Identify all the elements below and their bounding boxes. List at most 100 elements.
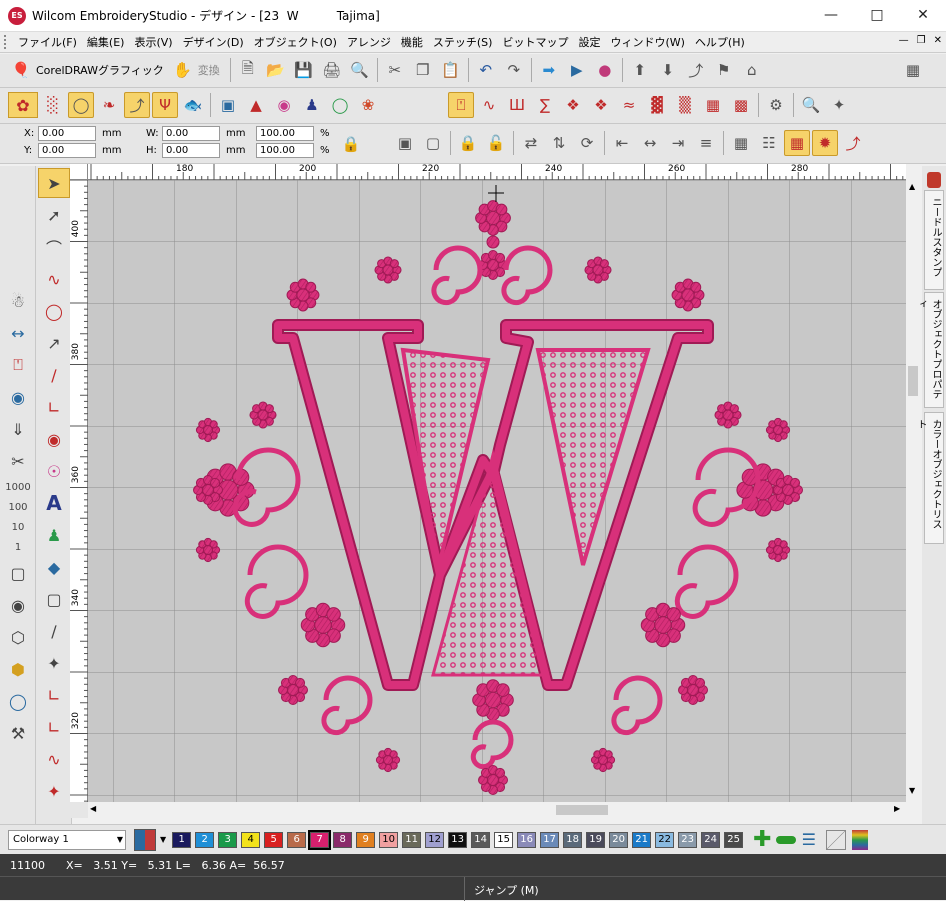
complex-fill-icon[interactable]: ◯: [68, 92, 94, 118]
menu-stitch[interactable]: ステッチ(S): [428, 34, 498, 50]
wave-tool-icon[interactable]: ∿: [38, 264, 70, 294]
color-chip[interactable]: 13: [448, 831, 468, 848]
palette-editor-icon[interactable]: [134, 828, 156, 851]
color-chip[interactable]: 25: [724, 831, 744, 848]
horizontal-scrollbar[interactable]: ◀ ▶: [88, 802, 906, 818]
menu-grip[interactable]: [4, 35, 10, 49]
color-chip[interactable]: 24: [701, 831, 721, 848]
parallel-tool-icon[interactable]: ∕: [38, 616, 70, 646]
menu-function[interactable]: 機能: [396, 34, 428, 50]
stitch-effects-icon[interactable]: ⚙: [763, 92, 789, 118]
copy-icon[interactable]: ❐: [410, 57, 436, 83]
ungroup-icon[interactable]: ▢: [420, 130, 446, 156]
menu-help[interactable]: ヘルプ(H): [690, 34, 750, 50]
run-count-3-icon[interactable]: ∟: [38, 712, 70, 742]
travel-icon[interactable]: ➡: [536, 57, 562, 83]
scissors-tool-icon[interactable]: ✂: [2, 446, 34, 476]
circle-green-icon[interactable]: ◯: [327, 92, 353, 118]
grid-toggle-icon[interactable]: ▦: [900, 57, 926, 83]
horizontal-scroll-thumb[interactable]: [556, 805, 608, 815]
mdi-restore-icon[interactable]: ❐: [917, 35, 926, 46]
color-scroll-icon[interactable]: [851, 829, 868, 850]
receive-machine-icon[interactable]: ⬇: [655, 57, 681, 83]
color-film-icon[interactable]: ●: [592, 57, 618, 83]
satin-border-icon[interactable]: ∿: [38, 744, 70, 774]
step-100-label[interactable]: 100: [2, 498, 34, 516]
export-icon[interactable]: ⤴: [683, 57, 709, 83]
print-icon[interactable]: 🖨: [319, 57, 345, 83]
mdi-close-icon[interactable]: ✕: [934, 35, 942, 46]
color-chip[interactable]: 12: [425, 831, 445, 848]
reshape-arrow-icon[interactable]: ➚: [38, 200, 70, 230]
hexagon-icon[interactable]: ⬡: [2, 622, 34, 652]
color-chip[interactable]: 3: [218, 831, 238, 848]
color-chip[interactable]: 14: [471, 831, 491, 848]
color-chip[interactable]: 23: [678, 831, 698, 848]
convert-button[interactable]: 変換: [198, 62, 220, 78]
input-b-icon[interactable]: Ψ: [152, 92, 178, 118]
coreldraw-graphics-button[interactable]: CorelDRAWグラフィック: [36, 62, 164, 78]
node-tool-icon[interactable]: ◯: [38, 296, 70, 326]
input-a-icon[interactable]: ⤴: [124, 92, 150, 118]
satin-fill-icon[interactable]: ✿: [8, 92, 38, 118]
maximize-button[interactable]: □: [854, 0, 900, 30]
shield-tool-icon[interactable]: ▢: [38, 584, 70, 614]
colorway-select[interactable]: Colorway 1 ▼: [8, 829, 126, 850]
scroll-left-icon[interactable]: ◀: [90, 804, 96, 813]
lock-proportions-icon[interactable]: 🔒: [338, 131, 364, 157]
align-left-icon[interactable]: ⇤: [609, 130, 635, 156]
color-chip[interactable]: 7: [308, 829, 332, 850]
align-center-icon[interactable]: ↔: [637, 130, 663, 156]
scroll-up-icon[interactable]: ▲: [909, 182, 915, 191]
mesh-stitch-icon[interactable]: ▓: [644, 92, 670, 118]
show-outlines-icon[interactable]: ✹: [812, 130, 838, 156]
colors-icon[interactable]: ❀: [355, 92, 381, 118]
vertical-scroll-thumb[interactable]: [908, 366, 918, 396]
motif-stitch-icon[interactable]: ❖: [560, 92, 586, 118]
sparkle-tool-icon[interactable]: ✦: [38, 648, 70, 678]
menu-arrange[interactable]: アレンジ: [342, 34, 396, 50]
shape-a-icon[interactable]: ▢: [2, 558, 34, 588]
spiral-tool-icon[interactable]: ☉: [38, 456, 70, 486]
pliers-tool-icon[interactable]: ⚒: [2, 718, 34, 748]
menu-settings[interactable]: 設定: [573, 34, 605, 50]
texture-stitch-icon[interactable]: ▒: [672, 92, 698, 118]
bitmap-icon[interactable]: ▣: [215, 92, 241, 118]
coreldraw-balloon-icon[interactable]: 🎈: [8, 57, 34, 83]
stitch-player-icon[interactable]: ▶: [564, 57, 590, 83]
open-folder-icon[interactable]: 📂: [263, 57, 289, 83]
zigzag-tool-icon[interactable]: ⍞: [2, 350, 34, 380]
fish-icon[interactable]: 🐟: [180, 92, 206, 118]
redo-icon[interactable]: ↷: [501, 57, 527, 83]
palette-dropdown-icon[interactable]: ▼: [160, 835, 166, 844]
scale-height-field[interactable]: 100.00: [256, 143, 314, 158]
align-right-icon[interactable]: ⇥: [665, 130, 691, 156]
zoom-icon[interactable]: 🔍: [798, 92, 824, 118]
cross-stitch-icon[interactable]: ❖: [588, 92, 614, 118]
polyline-tool-icon[interactable]: ∟: [38, 392, 70, 422]
distribute-icon[interactable]: ≡: [693, 130, 719, 156]
path-tool-icon[interactable]: ↗: [38, 328, 70, 358]
color-chip[interactable]: 2: [195, 831, 215, 848]
color-chip[interactable]: 21: [632, 831, 652, 848]
color-chip[interactable]: 8: [333, 831, 353, 848]
monogram-icon[interactable]: ◆: [38, 552, 70, 582]
hoop-icon[interactable]: ☷: [756, 130, 782, 156]
figure-icon[interactable]: ♟: [299, 92, 325, 118]
tatami-fill-icon[interactable]: ░: [40, 92, 66, 118]
grid-icon[interactable]: ▦: [728, 130, 754, 156]
maze-stitch-icon[interactable]: ▦: [700, 92, 726, 118]
cut-fabric-icon[interactable]: ⚑: [711, 57, 737, 83]
thread-chart-icon[interactable]: ☰: [802, 830, 816, 849]
trapunto-stitch-icon[interactable]: ▩: [728, 92, 754, 118]
star-tool-icon[interactable]: ✦: [38, 776, 70, 806]
distribute-tool-icon[interactable]: ↔: [2, 318, 34, 348]
rotate-icon[interactable]: ⟳: [574, 130, 600, 156]
tab-needle-stamp[interactable]: ニードルスタンプ: [924, 190, 944, 290]
scroll-right-icon[interactable]: ▶: [894, 804, 900, 813]
y-field[interactable]: 0.00: [38, 143, 96, 158]
color-chip[interactable]: 17: [540, 831, 560, 848]
menu-view[interactable]: 表示(V): [129, 34, 177, 50]
paste-icon[interactable]: 📋: [438, 57, 464, 83]
step-10-label[interactable]: 10: [2, 518, 34, 536]
